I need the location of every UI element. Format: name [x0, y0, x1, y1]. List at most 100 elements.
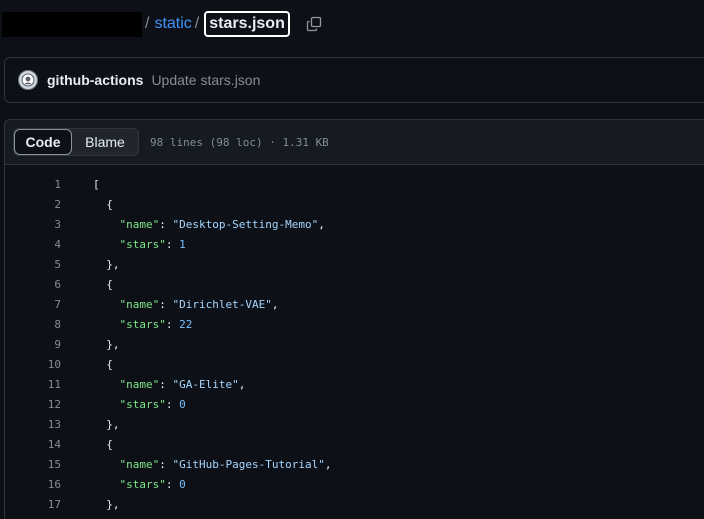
code-token: "stars" — [119, 317, 166, 331]
line-content: }, — [93, 258, 119, 271]
code-line: 11 "name": "GA-Elite", — [5, 374, 704, 394]
line-number[interactable]: 6 — [5, 278, 61, 291]
commit-message-link[interactable]: Update stars.json — [151, 72, 260, 88]
line-content: "name": "GA-Elite", — [93, 377, 246, 391]
line-content: "name": "Desktop-Setting-Memo", — [93, 218, 325, 231]
latest-commit-box: github-actions Update stars.json — [4, 57, 704, 103]
code-token: { — [93, 277, 113, 291]
line-number[interactable]: 7 — [5, 298, 61, 311]
code-line: 4 "stars": 1 — [5, 234, 704, 254]
line-content: "stars": 0 — [93, 478, 186, 491]
breadcrumb-current-file: stars.json — [204, 11, 290, 37]
line-content: "stars": 1 — [93, 238, 186, 251]
line-number[interactable]: 8 — [5, 318, 61, 331]
code-token: "stars" — [119, 397, 166, 411]
line-number[interactable]: 15 — [5, 458, 61, 471]
code-line: 15 "name": "GitHub-Pages-Tutorial", — [5, 454, 704, 474]
github-actions-avatar-icon — [21, 73, 35, 87]
code-token: }, — [93, 337, 120, 351]
line-number[interactable]: 2 — [5, 198, 61, 211]
line-number[interactable]: 11 — [5, 378, 61, 391]
tab-code[interactable]: Code — [14, 129, 72, 155]
code-token: : — [159, 457, 173, 471]
code-line: 3 "name": "Desktop-Setting-Memo", — [5, 214, 704, 234]
avatar[interactable] — [18, 70, 38, 90]
code-token: : — [165, 397, 180, 411]
code-token: 22 — [179, 317, 193, 331]
code-token: : — [165, 477, 180, 491]
line-content: { — [93, 358, 113, 371]
code-line: 6 { — [5, 274, 704, 294]
code-token: , — [318, 217, 325, 231]
line-number[interactable]: 12 — [5, 398, 61, 411]
copy-icon — [306, 16, 321, 32]
line-content: { — [93, 438, 113, 451]
line-number[interactable]: 10 — [5, 358, 61, 371]
code-view[interactable]: 1[2 {3 "name": "Desktop-Setting-Memo", 4 … — [5, 165, 704, 514]
redacted-repo-name — [2, 11, 142, 37]
file-info: 98 lines (98 loc) · 1.31 KB — [150, 135, 329, 149]
code-token: : — [159, 297, 173, 311]
code-token: [ — [93, 177, 100, 191]
breadcrumb: / static / stars.json — [0, 10, 704, 38]
code-line: 1[ — [5, 174, 704, 194]
line-content: "name": "GitHub-Pages-Tutorial", — [93, 457, 332, 471]
code-token: : — [159, 377, 173, 391]
code-token: }, — [93, 417, 120, 431]
code-line: 9 }, — [5, 334, 704, 354]
code-token: "GA-Elite" — [172, 377, 239, 391]
line-content: "name": "Dirichlet-VAE", — [93, 297, 279, 311]
tab-blame[interactable]: Blame — [72, 129, 138, 155]
line-number[interactable]: 4 — [5, 238, 61, 251]
code-line: 10 { — [5, 354, 704, 374]
line-number[interactable]: 13 — [5, 418, 61, 431]
code-line: 14 { — [5, 434, 704, 454]
line-content: [ — [93, 178, 100, 191]
code-line: 16 "stars": 0 — [5, 474, 704, 494]
code-token: "stars" — [119, 477, 166, 491]
code-token: "Desktop-Setting-Memo" — [172, 217, 319, 231]
code-token: { — [93, 437, 113, 451]
line-number[interactable]: 14 — [5, 438, 61, 451]
line-number[interactable]: 3 — [5, 218, 61, 231]
line-number[interactable]: 17 — [5, 498, 61, 511]
file-header: Code Blame 98 lines (98 loc) · 1.31 KB — [5, 120, 704, 165]
code-token: 0 — [179, 477, 186, 491]
code-token: "Dirichlet-VAE" — [172, 297, 272, 311]
code-token: 1 — [179, 237, 186, 251]
file-viewer: Code Blame 98 lines (98 loc) · 1.31 KB 1… — [4, 119, 704, 519]
code-token: "stars" — [119, 237, 166, 251]
code-token: , — [324, 457, 332, 471]
commit-author-link[interactable]: github-actions — [47, 72, 143, 88]
line-number[interactable]: 9 — [5, 338, 61, 351]
copy-path-button[interactable] — [300, 10, 328, 38]
line-content: }, — [93, 337, 120, 351]
breadcrumb-folder-link[interactable]: static — [154, 15, 191, 33]
code-token: "GitHub-Pages-Tutorial" — [172, 457, 325, 471]
code-line: 17 }, — [5, 494, 704, 514]
code-token: "name" — [119, 217, 160, 231]
code-line: 5 }, — [5, 254, 704, 274]
code-token: 0 — [179, 397, 186, 411]
code-token: : — [165, 237, 180, 251]
line-number[interactable]: 16 — [5, 478, 61, 491]
code-token: , — [238, 377, 246, 391]
code-token: : — [159, 217, 173, 231]
code-token: }, — [93, 497, 120, 511]
code-token: "name" — [119, 457, 160, 471]
breadcrumb-separator: / — [145, 15, 150, 32]
line-content: "stars": 0 — [93, 398, 186, 411]
code-line: 8 "stars": 22 — [5, 314, 704, 334]
line-content: { — [93, 198, 113, 211]
line-content: }, — [93, 497, 120, 511]
page: / static / stars.json github-actions Upd… — [0, 0, 704, 519]
line-number[interactable]: 5 — [5, 258, 61, 271]
line-number[interactable]: 1 — [5, 178, 61, 191]
